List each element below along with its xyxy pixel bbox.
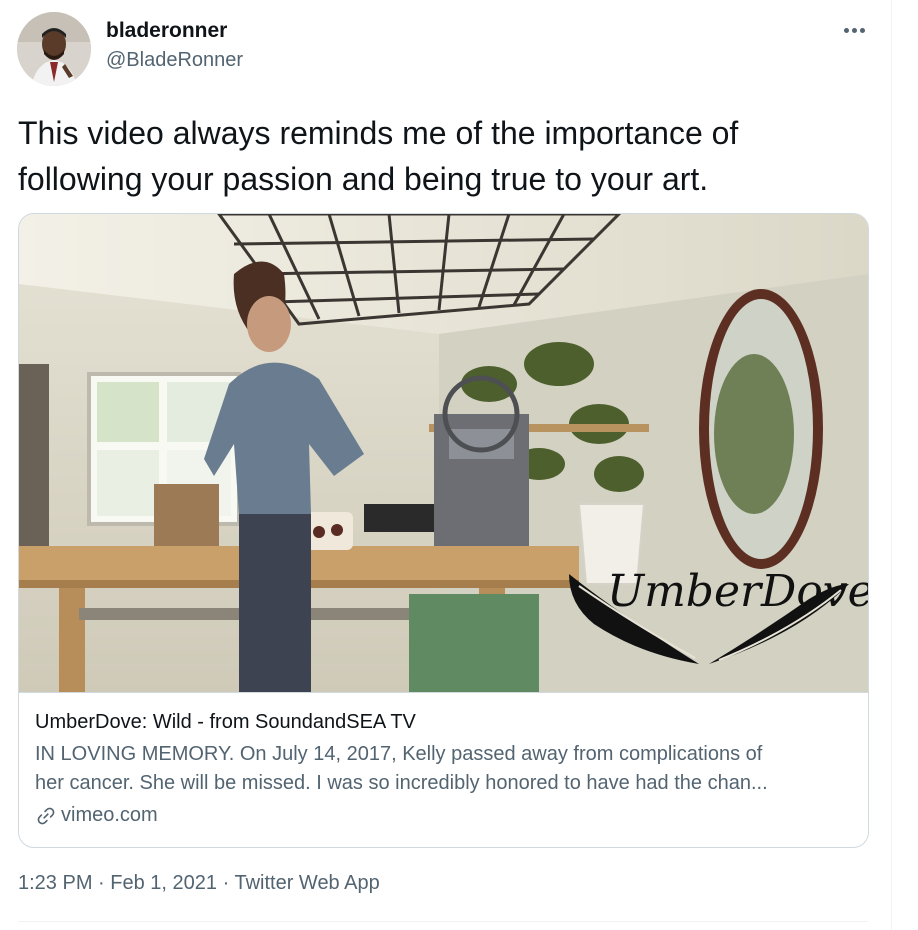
avatar[interactable] (17, 12, 91, 86)
tweet-source[interactable]: Twitter Web App (234, 872, 379, 894)
tweet-text: This video always reminds me of the impo… (18, 115, 739, 197)
more-horizontal-icon (842, 27, 866, 33)
card-domain-text: vimeo.com (61, 804, 158, 826)
card-info[interactable]: UmberDove: Wild - from SoundandSEA TV IN… (19, 693, 868, 847)
card-description-line: IN LOVING MEMORY. On July 14, 2017, Kell… (35, 743, 763, 765)
tweet-time[interactable]: 1:23 PM (18, 872, 92, 894)
tweet-date[interactable]: Feb 1, 2021 (110, 872, 217, 894)
card-domain: vimeo.com (35, 804, 158, 827)
meta-separator: · (98, 872, 105, 894)
video-still: UmberDove (19, 214, 868, 692)
author-handle[interactable]: @BladeRonner (106, 49, 243, 72)
card-description-line: her cancer. She will be missed. I was so… (35, 772, 768, 794)
link-icon (37, 807, 55, 824)
link-preview-card[interactable]: UmberDove UmberDove: Wild - from Soundan… (18, 213, 869, 848)
card-video-thumbnail[interactable]: UmberDove (19, 214, 868, 693)
card-title: UmberDove: Wild - from SoundandSEA TV (35, 711, 416, 733)
avatar-photo (17, 12, 91, 86)
meta-separator: · (222, 872, 230, 894)
author-display-name[interactable]: bladeronner (106, 19, 227, 43)
more-options-button[interactable] (836, 14, 872, 46)
tweet-meta: 1:23 PM · Feb 1, 2021 · Twitter Web App (18, 872, 380, 895)
column-border (891, 0, 892, 930)
card-description: IN LOVING MEMORY. On July 14, 2017, Kell… (35, 740, 855, 798)
divider (18, 921, 868, 922)
